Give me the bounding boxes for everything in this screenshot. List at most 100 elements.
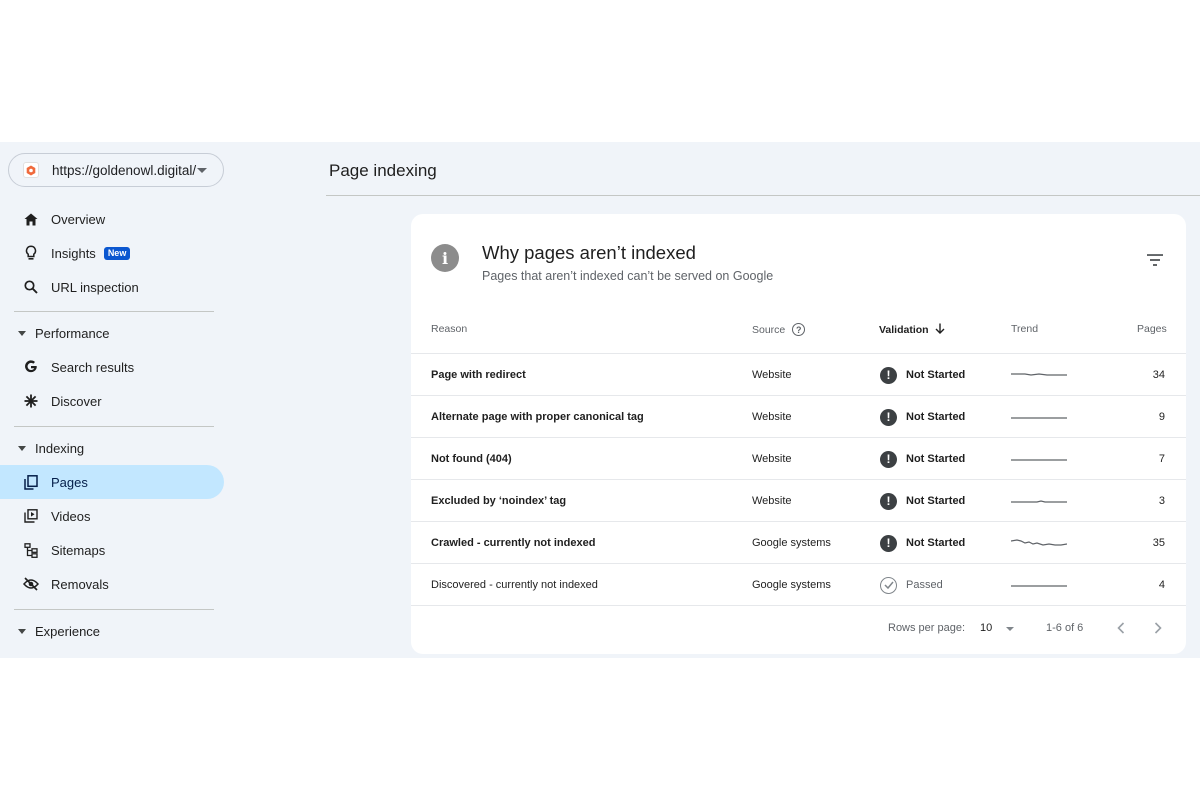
- property-url: https://goldenowl.digital/: [52, 162, 197, 178]
- table-row[interactable]: Discovered - currently not indexed Googl…: [411, 563, 1186, 605]
- chevron-right-icon[interactable]: [1148, 618, 1168, 638]
- page-title: Page indexing: [329, 161, 437, 180]
- trend-sparkline: [1011, 539, 1067, 546]
- caret-down-icon: [18, 330, 26, 336]
- rows-per-page-select[interactable]: 10: [980, 622, 992, 634]
- validation-status: Not Started: [906, 411, 966, 423]
- pages-cell: 4: [1158, 579, 1165, 591]
- sidebar-item-label: Videos: [51, 508, 91, 524]
- table-row[interactable]: Excluded by ‘noindex’ tag Website ! Not …: [411, 479, 1186, 521]
- reason-cell: Excluded by ‘noindex’ tag: [431, 495, 567, 507]
- sidebar-item-url-inspection[interactable]: URL inspection: [0, 270, 224, 304]
- validation-status: Not Started: [906, 453, 966, 465]
- caret-down-icon: [18, 445, 26, 451]
- column-header-source[interactable]: Source ?: [752, 323, 806, 336]
- sidebar-item-label: Pages: [51, 474, 88, 490]
- sidebar-item-search-results[interactable]: Search results: [0, 350, 224, 384]
- info-icon: i: [431, 244, 459, 272]
- sidebar-item-insights[interactable]: Insights New: [0, 236, 224, 270]
- sidebar-item-label: Insights: [51, 245, 96, 261]
- table-row[interactable]: Not found (404) Website ! Not Started 7: [411, 437, 1186, 479]
- filter-icon[interactable]: [1145, 252, 1165, 268]
- table-row[interactable]: Page with redirect Website ! Not Started…: [411, 353, 1186, 395]
- trend-cell: [1011, 522, 1067, 564]
- chevron-left-icon[interactable]: [1111, 618, 1131, 638]
- pagination-footer: Rows per page: 10 1-6 of 6: [411, 612, 1186, 646]
- validation-cell: Passed: [880, 564, 943, 606]
- sidebar-item-label: URL inspection: [51, 279, 139, 295]
- pages-cell: 7: [1158, 453, 1165, 465]
- video-icon: [23, 508, 39, 524]
- table-row[interactable]: Alternate page with proper canonical tag…: [411, 395, 1186, 437]
- pagination-range: 1-6 of 6: [1046, 622, 1084, 634]
- card-subtitle: Pages that aren’t indexed can’t be serve…: [482, 269, 774, 283]
- chevron-down-icon[interactable]: [1006, 627, 1014, 631]
- column-header-trend: Trend: [1011, 323, 1039, 335]
- trend-cell: [1011, 396, 1067, 438]
- header-divider: [326, 195, 1200, 196]
- caret-down-icon: [18, 628, 26, 634]
- sidebar-divider: [14, 311, 214, 312]
- validation-cell: ! Not Started: [880, 354, 965, 396]
- sidebar-item-sitemaps[interactable]: Sitemaps: [0, 533, 224, 567]
- column-header-reason[interactable]: Reason: [431, 323, 467, 335]
- trend-sparkline: [1011, 585, 1067, 587]
- alert-icon: !: [880, 492, 897, 510]
- sidebar-item-label: Search results: [51, 359, 135, 375]
- sidebar-item-pages[interactable]: Pages: [0, 465, 224, 499]
- trend-cell: [1011, 564, 1067, 606]
- source-cell: Google systems: [752, 579, 831, 591]
- sidebar: https://goldenowl.digital/ Overview Insi…: [0, 142, 230, 658]
- pages-icon: [23, 474, 39, 490]
- property-selector[interactable]: https://goldenowl.digital/: [8, 153, 224, 187]
- section-experience[interactable]: Experience: [0, 616, 224, 646]
- sidebar-divider: [14, 426, 214, 427]
- trend-cell: [1011, 438, 1067, 480]
- new-badge: New: [103, 246, 131, 260]
- source-cell: Website: [752, 495, 792, 507]
- section-indexing[interactable]: Indexing: [0, 433, 224, 463]
- table-row[interactable]: Crawled - currently not indexed Google s…: [411, 521, 1186, 563]
- validation-status: Passed: [906, 579, 943, 591]
- pages-cell: 3: [1158, 495, 1165, 507]
- rows-per-page-label: Rows per page:: [888, 622, 966, 634]
- sidebar-divider: [14, 609, 214, 610]
- asterisk-icon: [23, 393, 39, 409]
- reason-cell: Crawled - currently not indexed: [431, 537, 596, 549]
- sidebar-item-discover[interactable]: Discover: [0, 384, 224, 418]
- section-performance[interactable]: Performance: [0, 318, 224, 348]
- validation-cell: ! Not Started: [880, 396, 965, 438]
- not-indexed-card: i Why pages aren’t indexed Pages that ar…: [411, 214, 1186, 654]
- sidebar-item-videos[interactable]: Videos: [0, 499, 224, 533]
- search-icon: [23, 279, 39, 295]
- pages-cell: 34: [1152, 369, 1165, 381]
- source-cell: Website: [752, 411, 792, 423]
- sidebar-item-label: Sitemaps: [51, 542, 106, 558]
- help-icon[interactable]: ?: [792, 323, 806, 336]
- trend-cell: [1011, 354, 1067, 396]
- chevron-down-icon[interactable]: [197, 167, 207, 173]
- trend-sparkline: [1011, 417, 1067, 419]
- lightbulb-icon: [23, 245, 39, 261]
- check-circle-icon: [880, 576, 897, 594]
- sidebar-item-label: Overview: [51, 211, 106, 227]
- section-label: Experience: [35, 623, 101, 639]
- trend-sparkline: [1011, 459, 1067, 461]
- trend-sparkline: [1011, 373, 1067, 376]
- alert-icon: !: [880, 408, 897, 426]
- column-header-pages[interactable]: Pages: [1137, 323, 1167, 335]
- sidebar-item-label: Discover: [51, 393, 102, 409]
- property-logo-icon: [23, 162, 39, 178]
- sidebar-item-removals[interactable]: Removals: [0, 567, 224, 601]
- column-header-validation[interactable]: Validation: [879, 323, 945, 337]
- reason-cell: Page with redirect: [431, 369, 526, 381]
- table-bottom-border: [411, 605, 1186, 606]
- alert-icon: !: [880, 450, 897, 468]
- source-cell: Website: [752, 453, 792, 465]
- trend-sparkline: [1011, 500, 1067, 503]
- sidebar-item-label: Removals: [51, 576, 109, 592]
- section-label: Indexing: [35, 440, 85, 456]
- sidebar-item-overview[interactable]: Overview: [0, 202, 224, 236]
- search-console-app: https://goldenowl.digital/ Overview Insi…: [0, 142, 1200, 658]
- arrow-down-icon: [935, 323, 945, 337]
